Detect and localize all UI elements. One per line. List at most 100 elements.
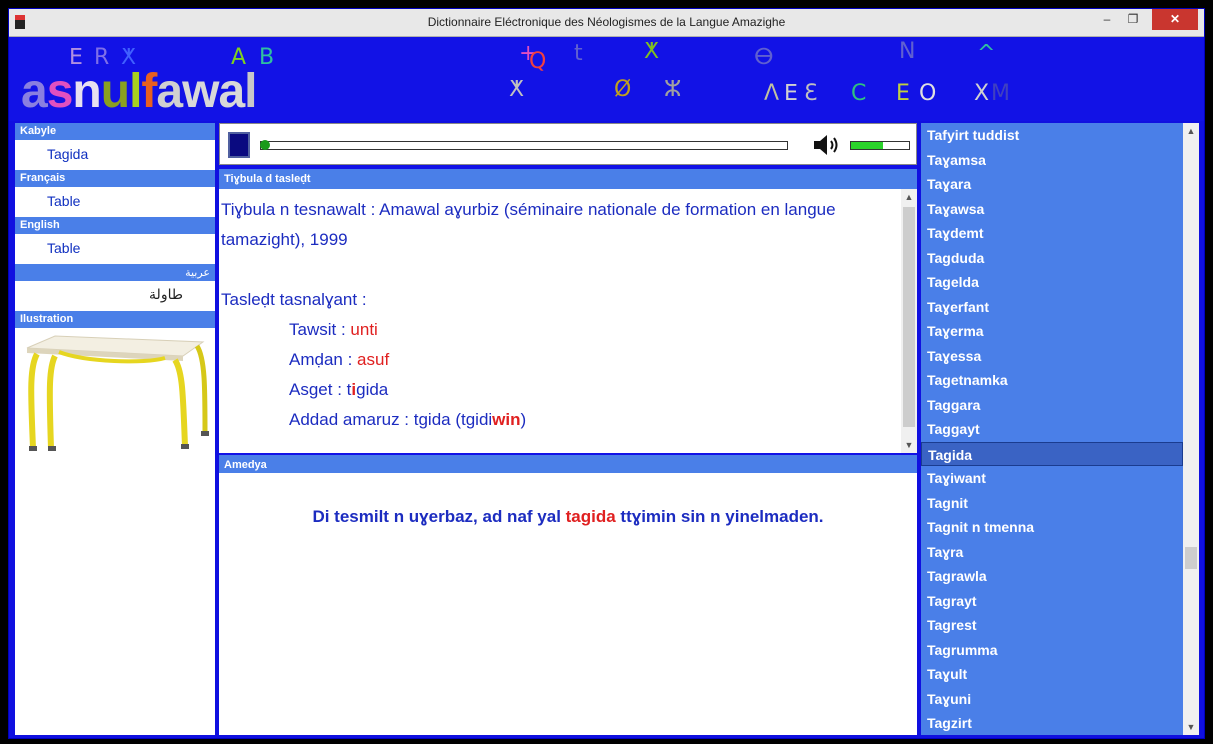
tifinagh-glyph: Ø [614, 77, 632, 102]
word-list-item[interactable]: Tagduda [921, 246, 1183, 271]
logo-letter: n [72, 65, 101, 118]
logo-letter: f [141, 65, 157, 118]
amdan-value: asuf [357, 350, 390, 369]
word-list-item[interactable]: Tafyirt tuddist [921, 123, 1183, 148]
minimize-button[interactable]: – [1094, 9, 1120, 30]
word-list-item[interactable]: Tagrawla [921, 564, 1183, 589]
logo-letter: a [156, 65, 183, 118]
maximize-button[interactable]: ❐ [1120, 9, 1146, 30]
tifinagh-glyph: M [991, 81, 1010, 106]
word-list-item[interactable]: Tagrest [921, 613, 1183, 638]
kabyle-header: Kabyle [15, 123, 215, 140]
word-list-item[interactable]: Taɣerfant [921, 295, 1183, 320]
word-list-item[interactable]: Taɣerma [921, 319, 1183, 344]
word-list-item[interactable]: Tagetnamka [921, 368, 1183, 393]
french-value: Table [47, 193, 81, 209]
word-list-item[interactable]: Taɣult [921, 662, 1183, 687]
example-sentence: Di tesmilt n uɣerbaz, ad naf yal tagida … [219, 507, 917, 527]
tifinagh-glyph: ^ [977, 41, 996, 66]
kabyle-value: Tagida [47, 146, 89, 162]
asnulfawal-logo: asnulfawal [21, 65, 258, 118]
word-list-item[interactable]: Tagida [921, 441, 1183, 466]
scroll-down-icon[interactable]: ▼ [901, 437, 917, 453]
app-window: Dictionnaire Eléctronique des Néologisme… [8, 8, 1205, 739]
word-list-item[interactable]: Taɣamsa [921, 148, 1183, 173]
word-list-item[interactable]: Tagnit [921, 491, 1183, 516]
word-list-item[interactable]: Tagrayt [921, 589, 1183, 614]
addad-row: Addad amaruz : tgida (tgidiwin) [221, 405, 899, 435]
word-list-item[interactable]: Taɣdemt [921, 221, 1183, 246]
asget-post: gida [356, 380, 389, 399]
word-list-item[interactable]: Taggara [921, 393, 1183, 418]
scroll-up-icon[interactable]: ▲ [901, 189, 917, 205]
addad-close: ) [520, 410, 527, 429]
word-list-item[interactable]: Taɣra [921, 540, 1183, 565]
tifinagh-glyph: E [896, 81, 910, 106]
word-list: Tafyirt tuddist Taɣamsa Taɣara Taɣawsa Taɣde… [921, 123, 1183, 735]
stop-button[interactable] [228, 132, 250, 158]
word-list-panel: Tafyirt tuddist Taɣamsa Taɣara Taɣawsa Taɣde… [921, 123, 1199, 735]
tifinagh-glyph: ⵣ [664, 77, 682, 102]
asget-row: Asget : tigida [221, 375, 899, 405]
seek-bar[interactable] [260, 141, 788, 150]
tawsit-value: unti [350, 320, 378, 339]
tifinagh-glyph: ⵅ [121, 45, 136, 70]
tifinagh-glyph: ⴹ [69, 45, 83, 70]
tifinagh-glyph: A [231, 45, 247, 70]
word-list-item[interactable]: Taɣuni [921, 687, 1183, 712]
definition-scrollbar[interactable]: ▲ ▼ [901, 189, 917, 453]
word-list-item[interactable]: Tagzirt [921, 711, 1183, 735]
logo-letter: a [21, 65, 48, 118]
english-value: Table [47, 240, 81, 256]
tifinagh-glyph: Ɛ [804, 81, 818, 106]
tifinagh-glyph: B [259, 45, 275, 70]
source-header: Tiɣbula d tasleḍt [219, 169, 917, 189]
seek-knob[interactable] [260, 140, 270, 150]
logo-letter: l [129, 65, 142, 118]
close-button[interactable]: ✕ [1152, 9, 1198, 30]
logo-letter: u [100, 65, 130, 118]
tifinagh-glyph: Q [529, 49, 547, 74]
logo-letter: s [46, 65, 74, 118]
logo-letter: l [244, 65, 257, 118]
tifinagh-glyph: N [899, 39, 916, 64]
asget-label: Asget : [289, 380, 347, 399]
word-list-item[interactable]: Taɣessa [921, 344, 1183, 369]
scroll-thumb[interactable] [903, 207, 915, 427]
list-scroll-up-icon[interactable]: ▲ [1183, 123, 1199, 139]
tifinagh-glyph: ⴹ [784, 81, 798, 106]
word-list-item[interactable]: Taɣara [921, 172, 1183, 197]
definition-panel: Tiɣbula d tasleḍt Tiɣbula n tesnawalt : … [219, 123, 917, 735]
tawsit-row: Tawsit : unti [221, 315, 899, 345]
amdan-row: Amḍan : asuf [221, 345, 899, 375]
word-list-scrollbar[interactable]: ▲ ▼ [1183, 123, 1199, 735]
list-scroll-thumb[interactable] [1185, 547, 1197, 569]
table-illustration [15, 328, 215, 618]
title-bar: Dictionnaire Eléctronique des Néologisme… [9, 9, 1204, 37]
window-title: Dictionnaire Eléctronique des Néologisme… [427, 15, 786, 29]
tifinagh-glyph: O [919, 81, 937, 106]
table-image [26, 335, 209, 451]
addad-label: Addad amaruz : tgida (tgidi [289, 410, 493, 429]
definition-text-pane: Tiɣbula n tesnawalt : Amawal aɣurbiz (sé… [219, 189, 917, 453]
speaker-icon[interactable] [812, 134, 840, 156]
definition-text: Tiɣbula n tesnawalt : Amawal aɣurbiz (sé… [219, 189, 899, 453]
tifinagh-glyph: ⵅ [644, 39, 659, 64]
word-list-item[interactable]: Tagrumma [921, 638, 1183, 663]
tifinagh-glyph: R [94, 45, 110, 70]
example-pre: Di tesmilt n uɣerbaz, ad naf yal [312, 507, 566, 526]
arabic-value: طاولة [149, 287, 183, 303]
example-pane: Di tesmilt n uɣerbaz, ad naf yal tagida … [219, 473, 917, 735]
volume-slider[interactable] [850, 141, 910, 150]
word-list-item[interactable]: Taɣawsa [921, 197, 1183, 222]
word-list-item[interactable]: Taɣiwant [921, 466, 1183, 491]
analysis-title: Tasleḍt tasnalɣant : [221, 290, 367, 309]
word-list-item[interactable]: Tagelda [921, 270, 1183, 295]
translations-panel: Kabyle Tagida Français Table English Tab… [15, 123, 215, 735]
example-header: Amedya [219, 455, 917, 475]
tawsit-label: Tawsit : [289, 320, 351, 339]
word-list-item[interactable]: Taggayt [921, 417, 1183, 442]
word-list-item[interactable]: Tagnit n tmenna [921, 515, 1183, 540]
list-scroll-down-icon[interactable]: ▼ [1183, 719, 1199, 735]
tifinagh-glyph: ⴱ [754, 45, 774, 70]
